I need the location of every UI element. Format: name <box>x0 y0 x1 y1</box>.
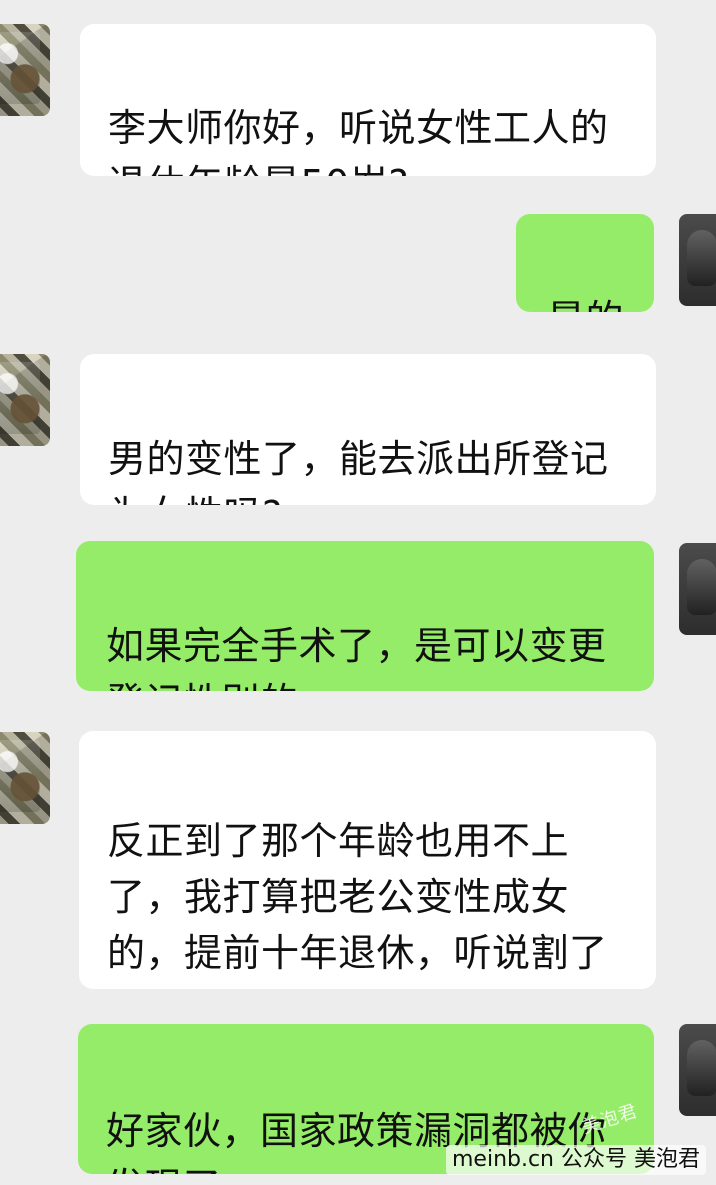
outgoing-message-text: 是的 <box>547 291 654 312</box>
right-avatar <box>679 543 716 635</box>
outgoing-message-text: 如果完全手术了，是可以变更 登记性别的。 <box>106 624 607 691</box>
right-avatar <box>679 214 716 306</box>
incoming-message-bubble: 反正到了那个年龄也用不上 了，我打算把老公变性成女 的，提前十年退休，听说割了 … <box>79 731 656 989</box>
left-avatar <box>0 24 50 116</box>
watermark: meinb.cn 公众号 美泡君 <box>445 1145 706 1175</box>
outgoing-message-bubble: 如果完全手术了，是可以变更 登记性别的。 <box>76 541 654 691</box>
left-avatar <box>0 354 50 446</box>
incoming-message-bubble: 李大师你好，听说女性工人的 退休年龄是50岁? <box>80 24 656 176</box>
incoming-message-text: 李大师你好，听说女性工人的 退休年龄是50岁? <box>108 106 609 176</box>
incoming-message-text: 反正到了那个年龄也用不上 了，我打算把老公变性成女 的，提前十年退休，听说割了 … <box>107 819 608 989</box>
outgoing-message-bubble: 是的 <box>516 214 654 312</box>
left-avatar <box>0 732 50 824</box>
incoming-message-bubble: 男的变性了，能去派出所登记 为女性吗? <box>80 354 656 505</box>
right-avatar <box>679 1024 716 1116</box>
incoming-message-text: 男的变性了，能去派出所登记 为女性吗? <box>108 437 609 505</box>
